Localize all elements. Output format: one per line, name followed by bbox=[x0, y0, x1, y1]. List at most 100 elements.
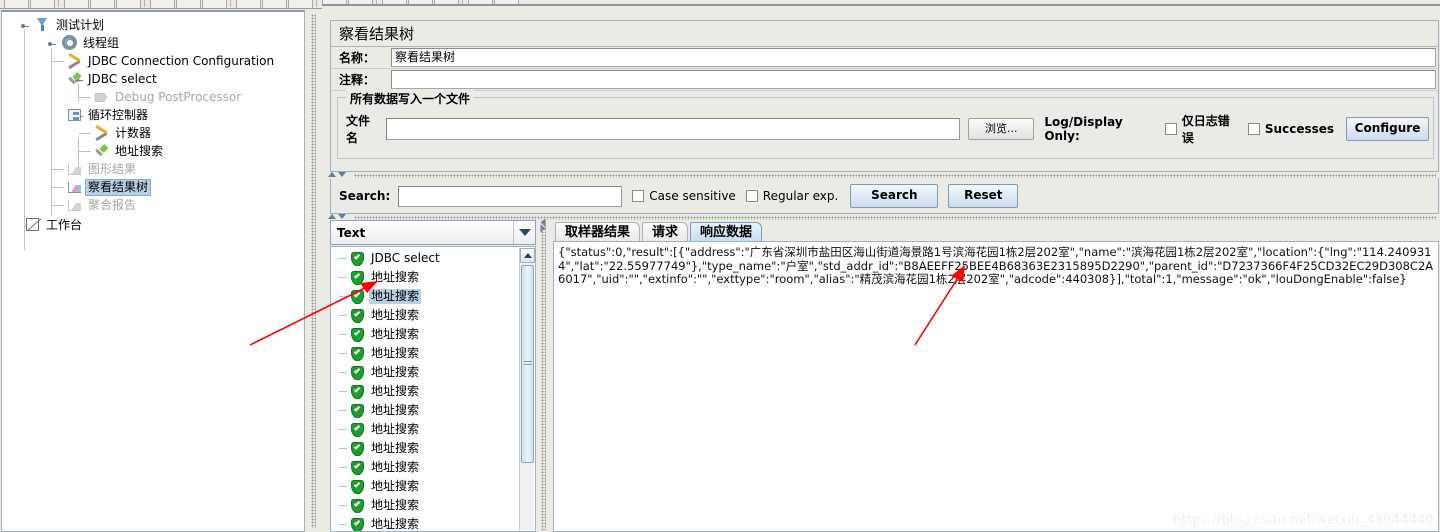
render-selector[interactable]: Text bbox=[330, 220, 536, 245]
list-item[interactable]: 地址搜索 bbox=[331, 287, 535, 306]
list-item[interactable]: 地址搜索 bbox=[331, 496, 535, 515]
result-list-scrollbar[interactable] bbox=[519, 248, 535, 530]
errors-only-checkbox-wrap[interactable]: 仅日志错误 bbox=[1165, 112, 1238, 146]
tab-item[interactable]: 取样器结果 bbox=[555, 222, 641, 242]
test-plan-tree-panel[interactable]: 测试计划 线程组 JDBC Connection Configuration J… bbox=[1, 10, 305, 532]
tree-node-label: 线程组 bbox=[83, 35, 120, 50]
case-sensitive-wrap[interactable]: Case sensitive bbox=[632, 189, 736, 203]
response-body-text: {"status":0,"result":[{"address":"广东省深圳市… bbox=[558, 245, 1434, 286]
collapse-up-icon[interactable] bbox=[328, 172, 336, 177]
tree-node-address-search[interactable]: 地址搜索 bbox=[2, 142, 304, 160]
tree-expand-handle[interactable] bbox=[21, 22, 29, 29]
scroll-up-button[interactable] bbox=[520, 248, 535, 263]
list-item-label: 地址搜索 bbox=[371, 384, 420, 398]
comment-input[interactable] bbox=[391, 70, 1436, 89]
regular-exp-wrap[interactable]: Regular exp. bbox=[745, 189, 838, 203]
toolbar-button[interactable] bbox=[236, 0, 261, 8]
successes-checkbox[interactable] bbox=[1247, 123, 1260, 135]
success-shield-icon bbox=[351, 498, 364, 513]
errors-only-checkbox[interactable] bbox=[1165, 123, 1177, 135]
counter-wrench-icon bbox=[93, 125, 110, 141]
case-sensitive-checkbox[interactable] bbox=[632, 190, 645, 202]
success-shield-icon bbox=[351, 346, 364, 361]
list-item[interactable]: 地址搜索 bbox=[331, 515, 535, 531]
collapse-up-icon[interactable] bbox=[328, 214, 336, 219]
list-item[interactable]: JDBC select bbox=[331, 249, 535, 268]
tree-guide-line bbox=[79, 151, 91, 152]
tab-item[interactable]: 请求 bbox=[642, 222, 689, 242]
splitter-grip bbox=[311, 14, 316, 528]
tree-node-view-results-tree[interactable]: 察看结果树 bbox=[2, 178, 304, 196]
thread-group-gear-icon bbox=[61, 35, 78, 51]
tree-node-jdbc-select[interactable]: JDBC select bbox=[2, 70, 304, 88]
expand-down-icon[interactable] bbox=[338, 172, 346, 177]
tree-node-test-plan[interactable]: 测试计划 bbox=[2, 16, 304, 34]
workbench-icon bbox=[24, 217, 41, 233]
group-legend: 所有数据写入一个文件 bbox=[346, 90, 475, 107]
success-shield-icon bbox=[351, 327, 364, 342]
tab-response-data[interactable]: 响应数据 bbox=[690, 222, 763, 242]
success-shield-icon bbox=[351, 479, 364, 494]
toolbar-button[interactable] bbox=[64, 0, 89, 8]
view-results-tree-config: 察看结果树 名称： 察看结果树 注释： 所有数据写入一个文件 文件名 浏览...… bbox=[330, 20, 1439, 181]
tree-node-debug-postprocessor[interactable]: Debug PostProcessor bbox=[2, 88, 304, 106]
chevron-down-icon[interactable] bbox=[513, 221, 535, 244]
configure-button[interactable]: Configure bbox=[1346, 117, 1429, 141]
write-all-data-group: 所有数据写入一个文件 文件名 浏览... Log/Display Only: 仅… bbox=[337, 90, 1434, 159]
toolbar-button[interactable] bbox=[176, 0, 201, 8]
filename-input[interactable] bbox=[385, 118, 961, 140]
successes-checkbox-wrap[interactable]: Successes bbox=[1247, 122, 1334, 136]
toolbar-button[interactable] bbox=[202, 0, 227, 8]
tree-node-aggregate-report[interactable]: 聚合报告 bbox=[2, 196, 304, 214]
tree-node-jdbc-connection-configuration[interactable]: JDBC Connection Configuration bbox=[2, 52, 304, 70]
list-item[interactable]: 地址搜索 bbox=[331, 458, 535, 477]
toolbar-separator bbox=[58, 0, 59, 7]
tree-node-graph-results[interactable]: 图形结果 bbox=[2, 160, 304, 178]
toolbar-button[interactable] bbox=[150, 0, 175, 8]
results-vertical-splitter[interactable] bbox=[538, 218, 550, 532]
response-data-panel[interactable]: {"status":0,"result":[{"address":"广东省深圳市… bbox=[553, 241, 1439, 532]
list-item[interactable]: 地址搜索 bbox=[331, 382, 535, 401]
toolbar-button[interactable] bbox=[30, 0, 55, 8]
toolbar-button[interactable] bbox=[4, 0, 29, 8]
sample-result-list[interactable]: JDBC select 地址搜索 地址搜索 地址搜索 地址搜索 地址搜索 地址搜索 地址搜索地… bbox=[330, 246, 536, 532]
toolbar-button[interactable] bbox=[262, 0, 287, 8]
toolbar-button[interactable] bbox=[116, 0, 141, 8]
expand-down-icon[interactable] bbox=[338, 214, 346, 219]
splitter-arrows[interactable] bbox=[328, 214, 346, 219]
toolbar-button[interactable] bbox=[90, 0, 115, 8]
postprocessor-arrow-icon bbox=[93, 89, 110, 105]
errors-only-label: 仅日志错误 bbox=[1181, 114, 1230, 145]
list-item[interactable]: 地址搜索 bbox=[331, 268, 535, 287]
list-item[interactable]: 地址搜索 bbox=[331, 306, 535, 325]
toolbar-button[interactable] bbox=[288, 0, 313, 8]
main-vertical-splitter[interactable] bbox=[306, 10, 322, 532]
scrollbar-thumb[interactable] bbox=[521, 265, 534, 463]
list-item[interactable]: 地址搜索 bbox=[331, 439, 535, 458]
case-sensitive-label: Case sensitive bbox=[649, 189, 736, 203]
success-shield-icon bbox=[351, 365, 364, 380]
list-item[interactable]: 地址搜索 bbox=[331, 401, 535, 420]
list-item-label: 地址搜索 bbox=[371, 403, 420, 417]
name-input[interactable]: 察看结果树 bbox=[391, 48, 1436, 67]
regular-exp-checkbox[interactable] bbox=[745, 190, 758, 202]
tree-guide-line bbox=[79, 97, 91, 98]
tree-node-loop-controller[interactable]: 循环控制器 bbox=[2, 106, 304, 124]
tree-node-workbench[interactable]: 工作台 bbox=[2, 216, 304, 234]
tree-expand-handle[interactable] bbox=[48, 40, 56, 47]
search-button[interactable]: Search bbox=[850, 184, 939, 208]
list-item[interactable]: 地址搜索 bbox=[331, 325, 535, 344]
search-input[interactable] bbox=[398, 185, 623, 207]
tree-node-counter[interactable]: 计数器 bbox=[2, 124, 304, 142]
list-item[interactable]: 地址搜索 bbox=[331, 363, 535, 382]
tree-node-thread-group[interactable]: 线程组 bbox=[2, 34, 304, 52]
success-shield-icon bbox=[351, 289, 364, 304]
list-item[interactable]: 地址搜索 bbox=[331, 477, 535, 496]
list-item[interactable]: 地址搜索 bbox=[331, 420, 535, 439]
horizontal-splitter-top[interactable] bbox=[326, 172, 1438, 179]
splitter-arrows[interactable] bbox=[328, 172, 346, 177]
reset-button[interactable]: Reset bbox=[948, 184, 1019, 208]
list-item[interactable]: 地址搜索 bbox=[331, 344, 535, 363]
browse-button[interactable]: 浏览... bbox=[968, 118, 1035, 140]
page-title: 察看结果树 bbox=[331, 21, 1438, 47]
